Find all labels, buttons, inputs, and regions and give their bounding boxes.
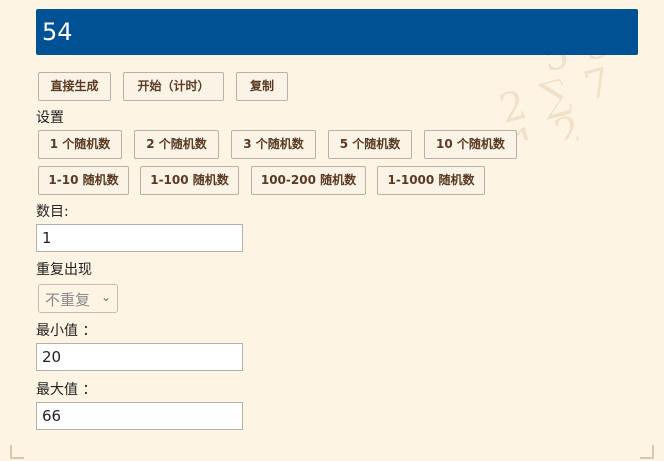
preset-range-1-10-button[interactable]: 1-10 随机数 — [38, 166, 129, 195]
direct-generate-button[interactable]: 直接生成 — [38, 72, 111, 101]
max-value-input[interactable]: 66 — [36, 402, 243, 430]
preset-3-random-button[interactable]: 3 个随机数 — [231, 130, 316, 159]
repeat-select-value: 不重复 — [45, 291, 91, 309]
preset-range-1-1000-button[interactable]: 1-1000 随机数 — [377, 166, 485, 195]
max-label: 最大值 ： — [36, 382, 97, 398]
corner-ornament-left — [10, 445, 24, 459]
repeat-select[interactable]: 不重复 ⌄ — [38, 284, 118, 313]
chevron-down-icon: ⌄ — [100, 290, 111, 304]
preset-1-random-button[interactable]: 1 个随机数 — [38, 130, 122, 159]
min-label: 最小值 ： — [36, 323, 97, 339]
copy-button[interactable]: 复制 — [236, 72, 288, 101]
count-input[interactable]: 1 — [36, 224, 243, 252]
start-timed-button[interactable]: 开始（计时） — [123, 72, 224, 101]
corner-ornament-right — [640, 445, 654, 459]
settings-heading: 设置 — [36, 110, 64, 126]
min-value-input[interactable]: 20 — [36, 343, 243, 371]
count-label: 数目: — [36, 204, 69, 220]
repeat-label: 重复出现 — [36, 262, 92, 278]
preset-10-random-button[interactable]: 10 个随机数 — [424, 130, 517, 159]
preset-range-100-200-button[interactable]: 100-200 随机数 — [251, 166, 366, 195]
preset-range-1-100-button[interactable]: 1-100 随机数 — [140, 166, 239, 195]
preset-2-random-button[interactable]: 2 个随机数 — [134, 130, 219, 159]
preset-5-random-button[interactable]: 5 个随机数 — [328, 130, 412, 159]
result-display: 54 — [36, 9, 638, 55]
